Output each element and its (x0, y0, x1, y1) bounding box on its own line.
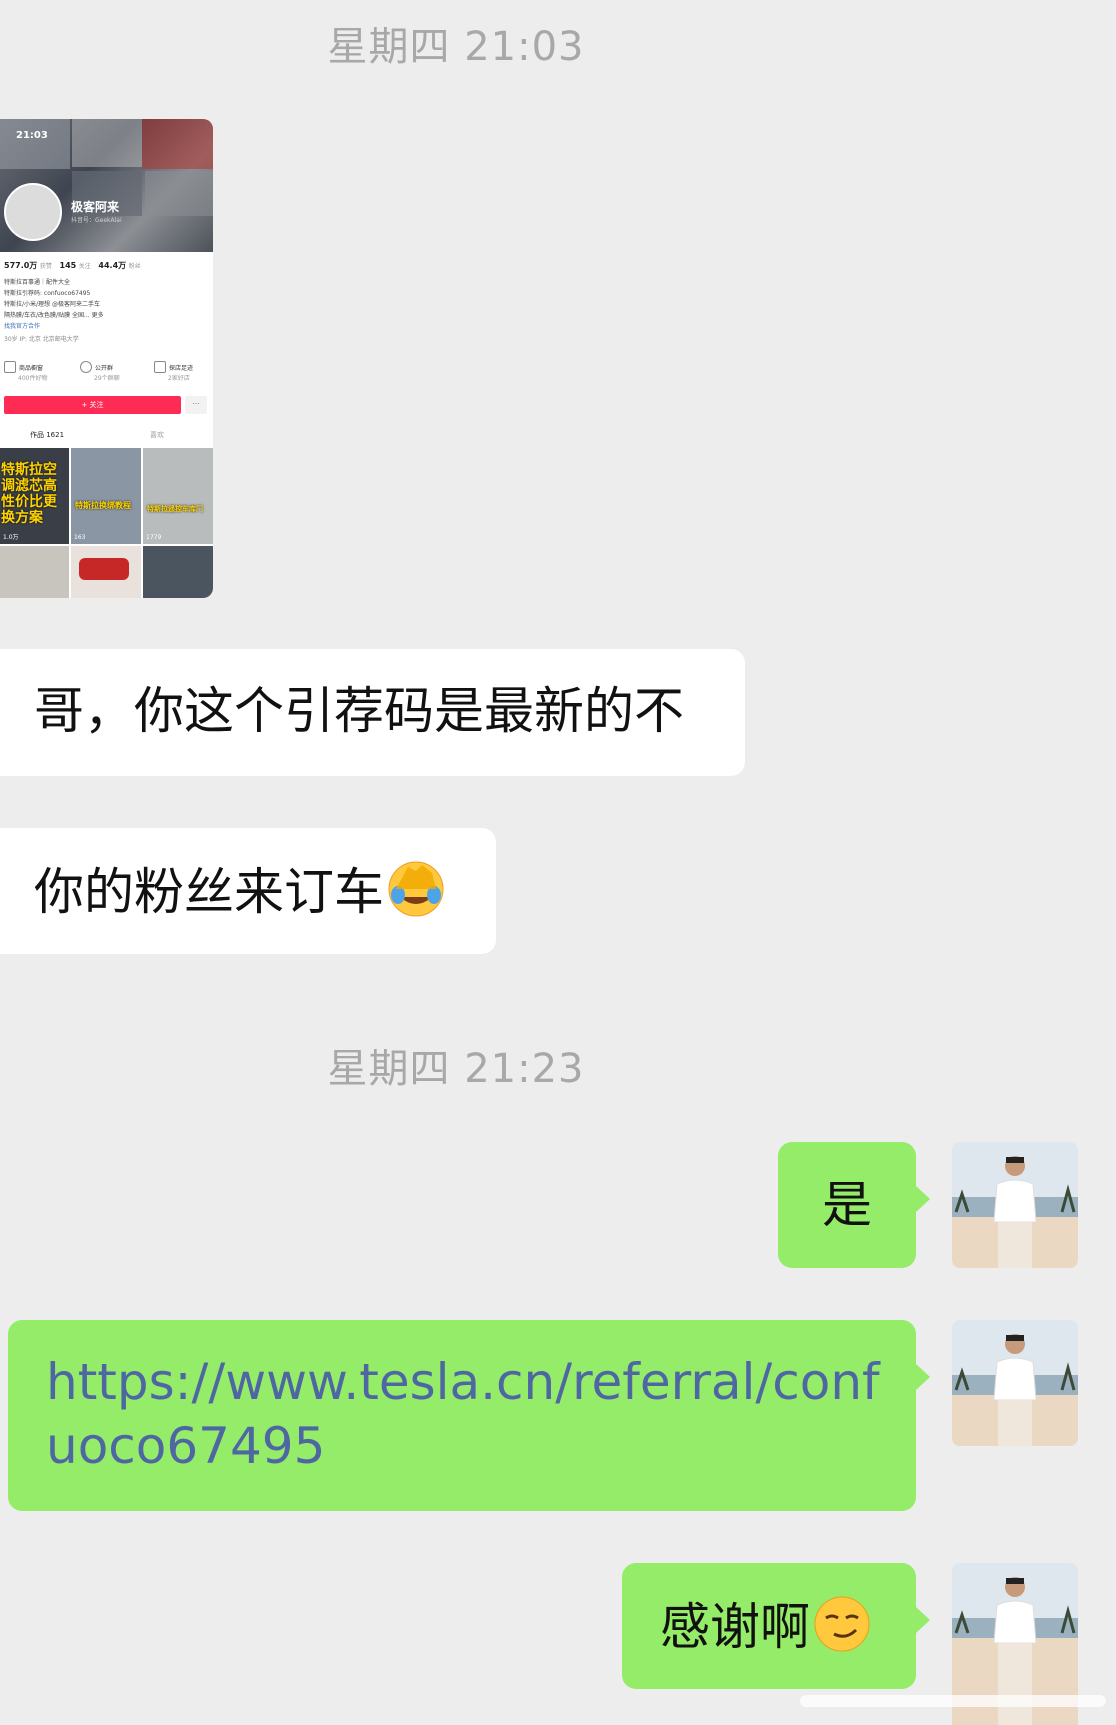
user-avatar[interactable] (952, 1142, 1078, 1268)
incoming-message[interactable]: 哥，你这个引荐码是最新的不 (0, 649, 745, 776)
incoming-message[interactable]: 你的粉丝来订车 (0, 828, 496, 954)
like-count: 163 (74, 534, 86, 541)
avatar-photo (952, 1320, 1078, 1446)
tab-works[interactable]: 作品 1621 (30, 430, 64, 440)
smirk-emoji-icon (814, 1596, 870, 1652)
facepalm-emoji-icon (388, 861, 444, 917)
outgoing-message[interactable]: 感谢啊 (622, 1563, 930, 1689)
outgoing-link-message[interactable]: https://www.tesla.cn/referral/confuoco67… (8, 1320, 930, 1511)
store-icon (154, 361, 166, 373)
outgoing-message[interactable]: 是 (778, 1142, 930, 1268)
tab-likes[interactable]: 喜欢 (150, 430, 164, 440)
status-time: 21:03 (16, 130, 48, 141)
video-thumb[interactable] (0, 546, 69, 598)
timestamp: 星期四 21:23 (327, 1046, 585, 1092)
scrollbar-indicator[interactable] (800, 1695, 1106, 1707)
more-button[interactable]: ··· (185, 396, 207, 414)
profile-name: 极客阿来 (71, 200, 120, 214)
like-count: 1.0万 (3, 534, 19, 541)
shared-screenshot-image[interactable]: 21:03 极客阿来 抖音号：GeekAlai 577.0万 获赞 145 关注… (0, 119, 213, 598)
profile-banner: 21:03 极客阿来 抖音号：GeekAlai (0, 119, 213, 252)
referral-link[interactable]: https://www.tesla.cn/referral/confuoco67… (46, 1353, 880, 1475)
profile-avatar (4, 183, 62, 241)
follow-button[interactable]: + 关注 (4, 396, 181, 414)
shop-window-icon (4, 361, 16, 373)
group-chat-icon (80, 361, 92, 373)
profile-bio: 特斯拉百事通｜配件大全 特斯拉引荐码: confuoco67495 特斯拉/小米… (4, 279, 104, 343)
video-thumb[interactable] (143, 546, 213, 598)
avatar-photo (952, 1142, 1078, 1268)
video-thumb[interactable]: 特斯拉遥控车库门 1779 (143, 448, 213, 544)
timestamp: 星期四 21:03 (327, 24, 585, 70)
profile-id: 抖音号：GeekAlai (71, 217, 122, 224)
user-avatar[interactable] (952, 1320, 1078, 1446)
video-thumb[interactable] (71, 546, 141, 598)
like-count: 1779 (146, 534, 162, 541)
video-thumb[interactable]: 特斯拉空调滤芯高性价比更换方案 1.0万 (0, 448, 69, 544)
profile-stats: 577.0万 获赞 145 关注 44.4万 粉丝 (4, 261, 141, 270)
video-thumb[interactable]: 特斯拉换绑教程 163 (71, 448, 141, 544)
